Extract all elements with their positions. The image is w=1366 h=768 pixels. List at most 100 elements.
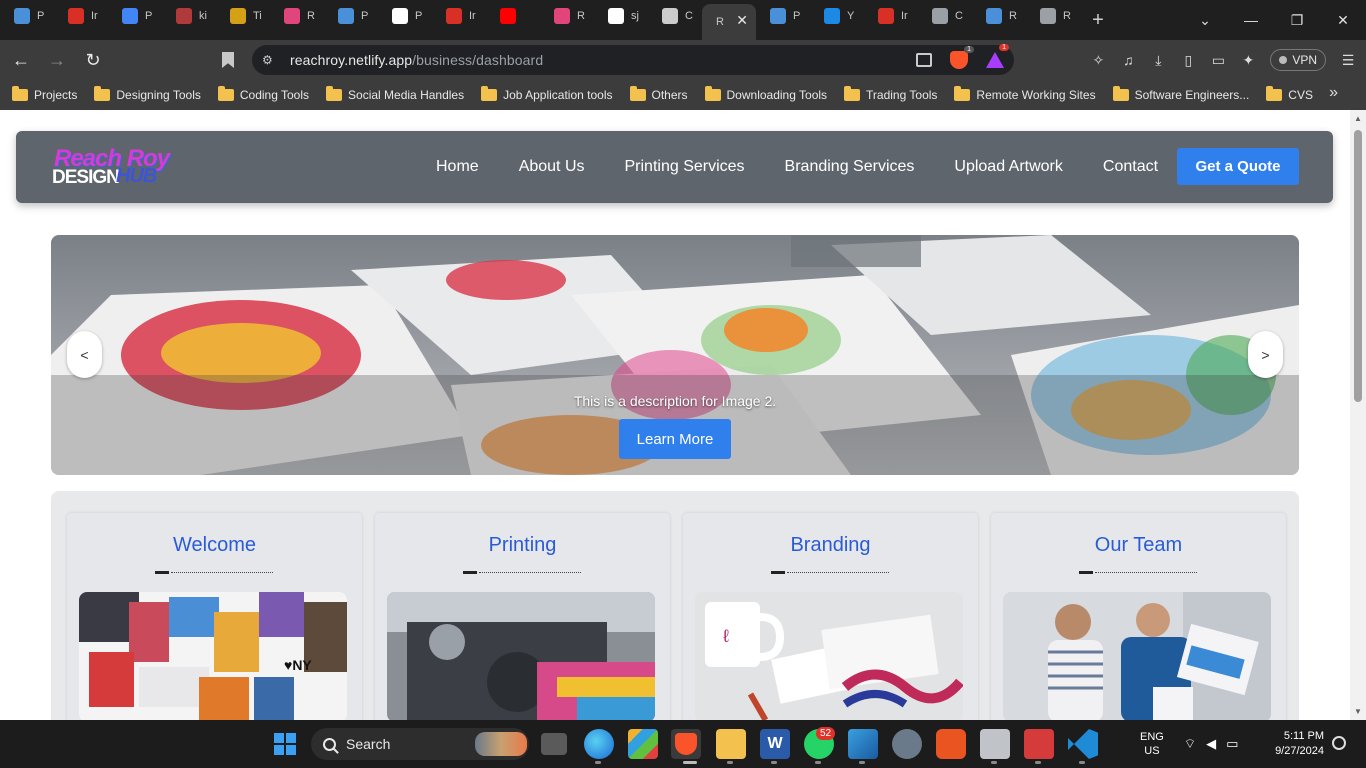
control-panel-icon[interactable]	[980, 729, 1010, 759]
browser-tab[interactable]: C	[648, 0, 702, 32]
browser-tab[interactable]: R	[972, 0, 1026, 32]
page-scrollbar[interactable]: ▲ ▼	[1350, 110, 1366, 720]
browser-tab[interactable]	[486, 0, 540, 32]
settings-icon[interactable]	[892, 729, 922, 759]
forward-button[interactable]: →	[42, 50, 72, 71]
close-tab-icon[interactable]: ✕	[736, 12, 748, 29]
browser-tab[interactable]: ki	[162, 0, 216, 32]
brave-taskbar-icon[interactable]	[671, 729, 701, 759]
brave-rewards-icon[interactable]: 1	[986, 44, 1009, 68]
scrollbar-thumb[interactable]	[1354, 130, 1362, 402]
browser-tab[interactable]: R	[270, 0, 324, 32]
browser-tab[interactable]: R	[540, 0, 594, 32]
learn-more-button[interactable]: Learn More	[619, 419, 731, 459]
bookmark-folder[interactable]: Coding Tools	[217, 86, 309, 102]
edge-icon[interactable]	[584, 729, 614, 759]
battery-icon[interactable]: ▭	[1226, 736, 1238, 752]
get-quote-button[interactable]: Get a Quote	[1177, 148, 1299, 185]
url-text[interactable]: reachroy.netlify.app/business/dashboard	[290, 52, 543, 68]
wallet-icon[interactable]: ▭	[1210, 52, 1226, 68]
store-icon[interactable]	[628, 729, 658, 759]
nav-link-home[interactable]: Home	[436, 158, 479, 176]
sidebar-icon[interactable]: ▯	[1180, 52, 1196, 68]
carousel-prev-button[interactable]: <	[67, 331, 102, 378]
browser-tab[interactable]: Ti	[216, 0, 270, 32]
browser-tab[interactable]: Ir	[432, 0, 486, 32]
browser-tab[interactable]: P	[756, 0, 810, 32]
browser-tab[interactable]: P	[108, 0, 162, 32]
language-indicator[interactable]: ENG US	[1140, 730, 1164, 758]
tab-title: P	[37, 10, 45, 22]
browser-tab[interactable]: P	[378, 0, 432, 32]
restore-button[interactable]: ❐	[1274, 12, 1320, 29]
site-info-icon[interactable]: ⚙	[262, 53, 278, 67]
bookmark-folder[interactable]: Others	[629, 86, 688, 102]
menu-icon[interactable]: ☰	[1340, 52, 1356, 68]
nav-link-about-us[interactable]: About Us	[519, 158, 585, 176]
browser-tab[interactable]: Ir	[54, 0, 108, 32]
bookmark-folder[interactable]: Downloading Tools	[704, 86, 827, 102]
bookmarks-overflow-icon[interactable]: »	[1329, 84, 1338, 102]
task-view-icon[interactable]	[541, 733, 567, 755]
bookmark-folder[interactable]: Software Engineers...	[1112, 86, 1249, 102]
wifi-icon[interactable]: ⌔	[1184, 736, 1196, 752]
bookmark-folder[interactable]: Social Media Handles	[326, 86, 464, 102]
scroll-down-icon[interactable]: ▼	[1354, 707, 1362, 716]
media-icon[interactable]: ♫	[1120, 52, 1136, 68]
address-bar[interactable]: ⚙ reachroy.netlify.app/business/dashboar…	[252, 44, 1014, 75]
download-icon[interactable]: ⤓	[1150, 52, 1166, 68]
start-button[interactable]	[274, 733, 296, 755]
bookmark-folder[interactable]: Designing Tools	[94, 86, 201, 102]
browser-tab[interactable]: P	[324, 0, 378, 32]
back-button[interactable]: ←	[6, 50, 36, 71]
card-printing[interactable]: Printing	[375, 513, 670, 720]
browser-tab[interactable]: P	[0, 0, 54, 32]
bookmark-folder[interactable]: Remote Working Sites	[954, 86, 1096, 102]
ubuntu-icon[interactable]	[936, 729, 966, 759]
nav-link-upload-artwork[interactable]: Upload Artwork	[954, 158, 1063, 176]
vpn-button[interactable]: VPN	[1270, 49, 1326, 71]
tab-active[interactable]: R ✕	[702, 4, 756, 40]
share-icon[interactable]	[916, 53, 932, 67]
file-explorer-icon[interactable]	[716, 729, 746, 759]
card-welcome[interactable]: Welcome ♥NY	[67, 513, 362, 720]
site-logo[interactable]: Reach Roy DESIGN HUB	[52, 145, 182, 189]
vscode-icon[interactable]	[1068, 729, 1098, 759]
word-icon[interactable]: W	[760, 729, 790, 759]
card-our-team[interactable]: Our Team	[991, 513, 1286, 720]
bookmark-folder[interactable]: Job Application tools	[481, 86, 613, 102]
leo-ai-icon[interactable]: ✦	[1240, 52, 1256, 68]
extensions-icon[interactable]: ✧	[1090, 52, 1106, 68]
bookmark-folder[interactable]: CVS	[1266, 86, 1313, 102]
reload-button[interactable]: ↻	[78, 50, 108, 71]
page-icon	[986, 8, 1002, 24]
browser-tab[interactable]: Y	[810, 0, 864, 32]
browser-tab[interactable]: Ir	[864, 0, 918, 32]
nav-link-branding-services[interactable]: Branding Services	[785, 158, 915, 176]
carousel-next-button[interactable]: >	[1248, 331, 1283, 378]
nav-link-contact[interactable]: Contact	[1103, 158, 1158, 176]
bookmark-folder[interactable]: Projects	[12, 86, 77, 102]
clock[interactable]: 5:11 PM 9/27/2024	[1262, 729, 1324, 759]
widgets-icon[interactable]	[475, 732, 527, 756]
browser-tab[interactable]: R	[1026, 0, 1080, 32]
tab-search-chevron-icon[interactable]: ⌄	[1182, 12, 1228, 29]
close-window-button[interactable]: ✕	[1320, 12, 1366, 29]
brave-shields-icon[interactable]: 1	[950, 46, 974, 69]
windows-taskbar: Search W 52 ENG US ⌔ ◀ ▭ 5:11 PM 9/27/20…	[0, 720, 1366, 768]
browser-tab[interactable]: sj	[594, 0, 648, 32]
pdf-icon[interactable]	[1024, 729, 1054, 759]
scroll-up-icon[interactable]: ▲	[1354, 114, 1362, 123]
printing-image	[387, 592, 655, 720]
bookmark-folder[interactable]: Trading Tools	[844, 86, 937, 102]
tab-title: R	[716, 16, 724, 28]
notification-icon[interactable]	[1332, 736, 1346, 750]
eraser-icon	[554, 8, 570, 24]
new-tab-button[interactable]: +	[1080, 9, 1116, 32]
volume-icon[interactable]: ◀	[1206, 736, 1216, 752]
card-branding[interactable]: Branding ℓ	[683, 513, 978, 720]
minimize-button[interactable]: —	[1228, 12, 1274, 28]
photos-icon[interactable]	[848, 729, 878, 759]
nav-link-printing-services[interactable]: Printing Services	[625, 158, 745, 176]
browser-tab[interactable]: C	[918, 0, 972, 32]
